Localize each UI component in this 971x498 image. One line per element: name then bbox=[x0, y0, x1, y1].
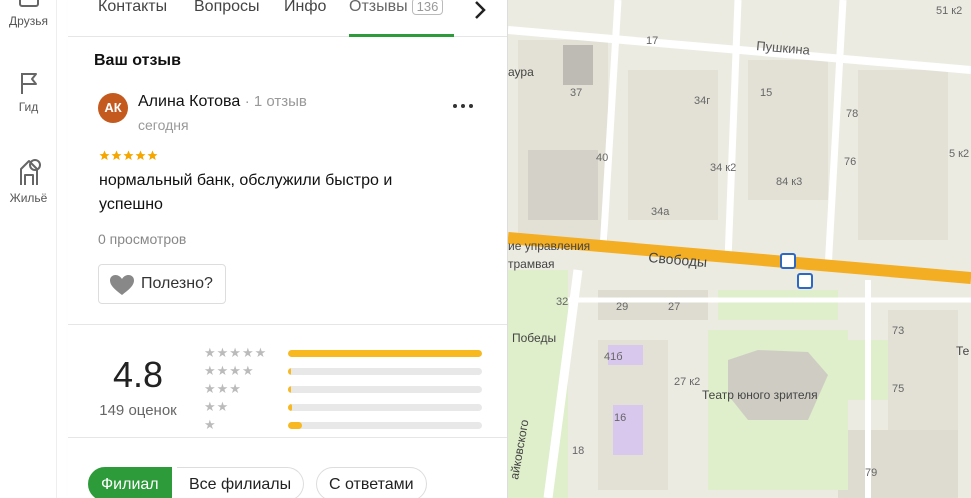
rating-distribution-row: ★★★★ bbox=[204, 363, 494, 378]
map-building-number: 15 bbox=[760, 87, 772, 99]
map-label: трамвая bbox=[508, 257, 555, 271]
map-building-number: 40 bbox=[596, 152, 608, 164]
bus-stop-icon[interactable] bbox=[797, 273, 813, 289]
map[interactable]: Пушкина Свободы ие управления трамвая По… bbox=[508, 0, 971, 498]
distribution-bar-fill bbox=[288, 350, 482, 357]
tabs-next-button[interactable] bbox=[474, 0, 486, 26]
distribution-bar-fill bbox=[288, 422, 302, 429]
left-rail: Друзья Гид Жильё bbox=[0, 0, 57, 498]
author-name[interactable]: Алина Котова bbox=[138, 93, 240, 110]
map-building-number: 79 bbox=[865, 467, 877, 479]
friends-icon bbox=[18, 0, 39, 7]
tab-info[interactable]: Инфо bbox=[284, 0, 326, 37]
map-building-number: 75 bbox=[892, 383, 904, 395]
author-review-count: · 1 отзыв bbox=[244, 93, 307, 110]
rating-count: 149 оценок bbox=[99, 402, 177, 419]
distribution-bar bbox=[288, 404, 482, 411]
map-building-number: 51 к2 bbox=[936, 5, 962, 17]
rating-distribution-row: ★★ bbox=[204, 399, 494, 414]
map-building-number: 84 к3 bbox=[776, 176, 802, 188]
chevron-right-icon bbox=[475, 1, 486, 19]
distribution-bar-fill bbox=[288, 404, 292, 411]
map-building-number: 29 bbox=[616, 301, 628, 313]
map-label: аура bbox=[508, 65, 534, 79]
review-stars bbox=[99, 150, 161, 164]
map-building-number: 18 bbox=[572, 445, 584, 457]
rail-item-friends[interactable]: Друзья bbox=[0, 0, 57, 28]
more-icon bbox=[453, 104, 473, 108]
map-building-number: 32 bbox=[556, 296, 568, 308]
review-text: нормальный банк, обслужили быстро и успе… bbox=[99, 172, 393, 213]
map-building-number: 37 bbox=[570, 87, 582, 99]
rail-label-guide: Гид bbox=[18, 100, 39, 114]
divider bbox=[68, 324, 507, 325]
rail-item-guide[interactable]: Гид bbox=[0, 70, 57, 114]
distribution-stars-icon: ★★ bbox=[204, 399, 230, 414]
heart-icon bbox=[110, 275, 134, 295]
distribution-stars-icon: ★★★★★ bbox=[204, 345, 268, 360]
rating-distribution-row: ★★★ bbox=[204, 381, 494, 396]
tab-reviews-count: 136 bbox=[411, 0, 444, 15]
distribution-bar-fill bbox=[288, 386, 291, 393]
map-building-number: 27 к2 bbox=[674, 376, 700, 388]
map-building-number: 17 bbox=[646, 35, 658, 47]
rating-distribution-row: ★ bbox=[204, 417, 494, 432]
distribution-stars-icon: ★★★ bbox=[204, 381, 242, 396]
rating-stars-icon bbox=[99, 150, 158, 160]
filter-with-answers-chip[interactable]: С ответами bbox=[316, 467, 427, 498]
map-label: Те bbox=[956, 344, 970, 358]
distribution-stars-icon: ★★★★ bbox=[204, 363, 255, 378]
distribution-stars-icon: ★ bbox=[204, 417, 217, 432]
distribution-bar bbox=[288, 350, 482, 357]
divider bbox=[68, 437, 507, 438]
rail-label-housing: Жильё bbox=[9, 191, 48, 205]
map-building-number: 78 bbox=[846, 108, 858, 120]
distribution-bar-fill bbox=[288, 368, 291, 375]
map-building-number: 16 bbox=[614, 412, 626, 424]
map-label: ие управления bbox=[508, 239, 590, 253]
map-canvas: Пушкина Свободы ие управления трамвая По… bbox=[508, 0, 971, 498]
map-building-number: 41б bbox=[604, 351, 623, 363]
more-options-button[interactable] bbox=[452, 93, 474, 114]
map-label: Победы bbox=[512, 331, 556, 345]
review-author: Алина Котова · 1 отзыв bbox=[138, 93, 307, 111]
rating-distribution-row: ★★★★★ bbox=[204, 345, 494, 360]
map-poi-label[interactable]: Театр юного зрителя bbox=[702, 388, 818, 402]
useful-button[interactable]: Полезно? bbox=[98, 264, 226, 304]
your-review-title: Ваш отзыв bbox=[94, 52, 181, 69]
review-date: сегодня bbox=[138, 117, 189, 133]
map-building-number: 5 к2 bbox=[949, 148, 969, 160]
rail-label-friends: Друзья bbox=[9, 14, 48, 28]
organization-panel: Контакты Вопросы Инфо Отзывы 136 Ваш отзы… bbox=[68, 0, 508, 498]
tab-reviews-label: Отзывы bbox=[349, 0, 408, 15]
rating-value: 4.8 bbox=[112, 354, 164, 395]
map-building-number: 76 bbox=[844, 156, 856, 168]
tab-reviews[interactable]: Отзывы 136 bbox=[349, 0, 454, 37]
rail-item-housing[interactable]: Жильё bbox=[0, 157, 57, 205]
map-building-number: 34г bbox=[694, 95, 710, 107]
distribution-bar bbox=[288, 386, 482, 393]
filter-all-branches-chip[interactable]: Все филиалы bbox=[177, 467, 305, 498]
map-building-number: 27 bbox=[668, 301, 680, 313]
tab-contacts[interactable]: Контакты bbox=[98, 0, 167, 37]
distribution-bar bbox=[288, 422, 482, 429]
distribution-bar bbox=[288, 368, 482, 375]
tab-bar: Контакты Вопросы Инфо Отзывы 136 bbox=[68, 0, 507, 37]
map-building-number: 34 к2 bbox=[710, 162, 736, 174]
filter-branch-chip[interactable]: Филиал bbox=[88, 467, 172, 498]
house-icon bbox=[19, 159, 41, 185]
tab-questions[interactable]: Вопросы bbox=[194, 0, 260, 37]
map-building-number: 34а bbox=[651, 206, 670, 218]
bus-stop-icon[interactable] bbox=[780, 253, 796, 269]
avatar[interactable]: АК bbox=[98, 93, 128, 123]
review-views: 0 просмотров bbox=[98, 231, 187, 247]
map-building-number: 73 bbox=[892, 325, 904, 337]
flag-icon bbox=[20, 73, 37, 94]
useful-label: Полезно? bbox=[141, 275, 213, 292]
